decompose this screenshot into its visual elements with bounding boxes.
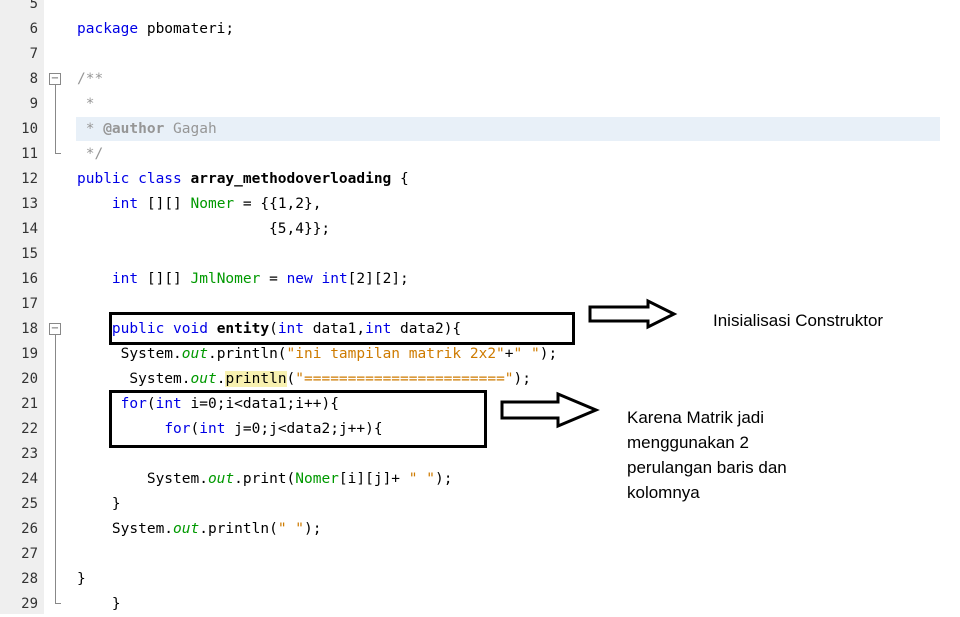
code-editor[interactable]: 5 6 package pbomateri; 7 8 /** 9 * 10 * …	[0, 0, 960, 614]
fold-guide	[55, 335, 56, 603]
collapse-icon[interactable]: −	[49, 323, 61, 335]
code-line: 6 package pbomateri;	[0, 17, 940, 42]
line-number: 14	[21, 221, 38, 237]
line-number: 28	[21, 571, 38, 587]
code-text: System.out.println("ini tampilan matrik …	[77, 346, 558, 362]
code-line: 13 int [][] Nomer = {{1,2},	[0, 192, 940, 217]
code-text: }	[77, 496, 121, 512]
collapse-icon[interactable]: −	[49, 73, 61, 85]
code-line: 19 System.out.println("ini tampilan matr…	[0, 342, 940, 367]
code-text: {5,4}};	[77, 221, 331, 237]
code-text: System.out.println("====================…	[77, 371, 531, 387]
code-line: 27	[0, 542, 940, 567]
arrow-right-icon	[588, 298, 678, 330]
loop-note-line: perulangan baris dan	[627, 458, 787, 477]
line-number: 26	[21, 521, 38, 537]
line-number: 29	[21, 596, 38, 612]
code-line: 28 }	[0, 567, 940, 592]
code-text: System.out.print(Nomer[i][j]+ " ");	[77, 471, 453, 487]
line-number: 11	[21, 146, 38, 162]
line-number: 16	[21, 271, 38, 287]
code-text: int [][] Nomer = {{1,2},	[111, 196, 322, 212]
loop-note-line: Karena Matrik jadi	[627, 408, 765, 427]
line-number: 5	[29, 0, 38, 12]
code-text: }	[77, 571, 86, 587]
code-line: 26 System.out.println(" ");	[0, 517, 940, 542]
line-number: 20	[21, 371, 38, 387]
line-number: 15	[21, 246, 38, 262]
code-line: 8 /**	[0, 67, 940, 92]
line-number: 10	[21, 121, 38, 137]
line-number: 8	[29, 71, 38, 87]
line-number: 9	[29, 96, 38, 112]
code-text: public class array_methodoverloading {	[77, 171, 409, 187]
code-line: 11 */	[0, 142, 940, 167]
line-number: 24	[21, 471, 38, 487]
code-line: 20 System.out.println("=================…	[0, 367, 940, 392]
code-line: 5	[0, 0, 940, 17]
loop-note-line: kolomnya	[627, 483, 700, 502]
code-line: 29 }	[0, 592, 940, 617]
line-number: 13	[21, 196, 38, 212]
line-number: 21	[21, 396, 38, 412]
code-line: 12 public class array_methodoverloading …	[0, 167, 940, 192]
fold-guide	[55, 85, 56, 153]
code-line: 14 {5,4}};	[0, 217, 940, 242]
loop-note-line: menggunakan 2	[627, 433, 749, 452]
code-text: * @author Gagah	[77, 121, 217, 137]
code-text: int [][] JmlNomer = new int[2][2];	[111, 271, 409, 287]
line-number: 6	[29, 21, 38, 37]
code-text: *	[77, 96, 95, 112]
line-number: 12	[21, 171, 38, 187]
code-line: 7	[0, 42, 940, 67]
constructor-note: Inisialisasi Construktor	[713, 311, 884, 330]
loop-highlight-box	[109, 390, 487, 448]
code-line: 25 }	[0, 492, 940, 517]
constructor-highlight-box	[109, 312, 575, 345]
line-number: 19	[21, 346, 38, 362]
code-line: 15	[0, 242, 940, 267]
line-number: 18	[21, 321, 38, 337]
line-number: 22	[21, 421, 38, 437]
fold-end-marker	[55, 603, 61, 604]
line-number: 17	[21, 296, 38, 312]
code-text: package pbomateri;	[77, 21, 235, 37]
code-line: 10 * @author Gagah	[0, 117, 940, 142]
line-number: 27	[21, 546, 38, 562]
code-text: */	[77, 146, 104, 162]
code-line: 24 System.out.print(Nomer[i][j]+ " ");	[0, 467, 940, 492]
fold-end-marker	[55, 153, 61, 154]
line-number: 25	[21, 496, 38, 512]
code-text: System.out.println(" ");	[77, 521, 322, 537]
code-line: 16 int [][] JmlNomer = new int[2][2];	[0, 267, 940, 292]
code-text: }	[77, 596, 121, 612]
line-number: 7	[29, 46, 38, 62]
line-number: 23	[21, 446, 38, 462]
code-text: /**	[77, 71, 104, 87]
arrow-right-icon	[500, 391, 600, 429]
code-line: 9 *	[0, 92, 940, 117]
